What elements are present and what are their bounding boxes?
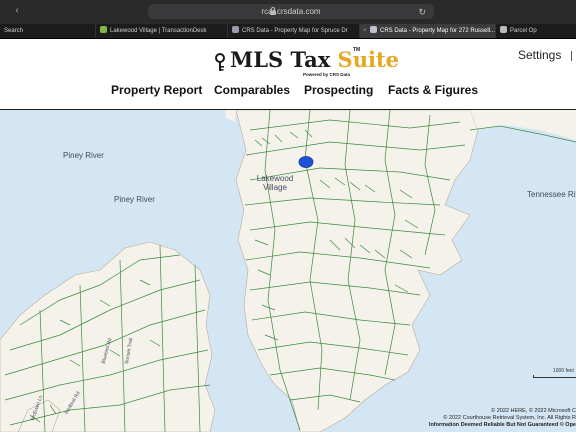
parcel-favicon-icon [500, 26, 507, 33]
close-tab-icon[interactable]: × [363, 24, 367, 38]
property-map[interactable]: Piney River Piney River Lakewood Village… [0, 110, 576, 432]
map-label-piney-river-2: Piney River [114, 195, 155, 204]
tab-lakewood[interactable]: Lakewood Village | TransactionDesk [96, 24, 228, 38]
settings-link[interactable]: Settings [518, 48, 561, 62]
header-divider [571, 51, 572, 61]
crs-favicon-icon [370, 26, 377, 33]
nav-facts-figures[interactable]: Facts & Figures [388, 83, 478, 97]
nav-property-report[interactable]: Property Report [111, 83, 202, 97]
lock-icon [270, 7, 276, 15]
map-label-lakewood-village: Lakewood Village [256, 174, 294, 192]
subject-property-marker [298, 156, 314, 168]
tab-spruce[interactable]: CRS Data - Property Map for Spruce Dr [228, 24, 360, 38]
logo-text: MLS Tax Suite [230, 47, 400, 72]
map-attribution-2: © 2022 Courthouse Retrieval System, Inc.… [443, 415, 576, 421]
map-scale-label: 1000 feet [553, 368, 574, 374]
map-scale-bar [533, 375, 576, 378]
site-header: MLS Tax Suite TM Powered by CRS Data Set… [0, 39, 576, 109]
tab-search[interactable]: Search [0, 24, 96, 38]
map-attribution-1: © 2022 HERE, © 2022 Microsoft C [491, 408, 576, 414]
tab-label: Search [4, 28, 24, 34]
back-icon[interactable]: ‹ [10, 4, 24, 18]
tab-label: CRS Data - Property Map for 272 Russell.… [380, 28, 496, 34]
transactiondesk-favicon-icon [100, 26, 107, 33]
nav-comparables[interactable]: Comparables [214, 83, 290, 97]
browser-toolbar: ‹ rcar.crsdata.com ↻ [0, 0, 576, 24]
tab-russell-active[interactable]: × CRS Data - Property Map for 272 Russell… [360, 24, 496, 38]
tab-strip: Search Lakewood Village | TransactionDes… [0, 24, 576, 39]
land-north-bank [470, 110, 576, 140]
address-bar[interactable]: rcar.crsdata.com ↻ [148, 4, 434, 19]
logo-subtitle: Powered by CRS Data [303, 72, 351, 77]
tab-label: CRS Data - Property Map for Spruce Dr [242, 28, 348, 34]
logo-trademark: TM [353, 47, 361, 53]
reload-icon[interactable]: ↻ [418, 5, 426, 20]
crs-favicon-icon [232, 26, 239, 33]
nav-prospecting[interactable]: Prospecting [304, 83, 373, 97]
tab-label: Parcel Op [510, 28, 537, 34]
map-label-piney-river-1: Piney River [63, 151, 104, 160]
land-northwest-tip [225, 110, 236, 122]
key-icon [215, 53, 225, 71]
map-attribution-3: Information Deemed Reliable But Not Guar… [428, 422, 576, 428]
tab-label: Lakewood Village | TransactionDesk [110, 28, 207, 34]
map-label-tennessee-river: Tennessee Riv [527, 190, 576, 199]
tab-parcel[interactable]: Parcel Op [496, 24, 576, 38]
